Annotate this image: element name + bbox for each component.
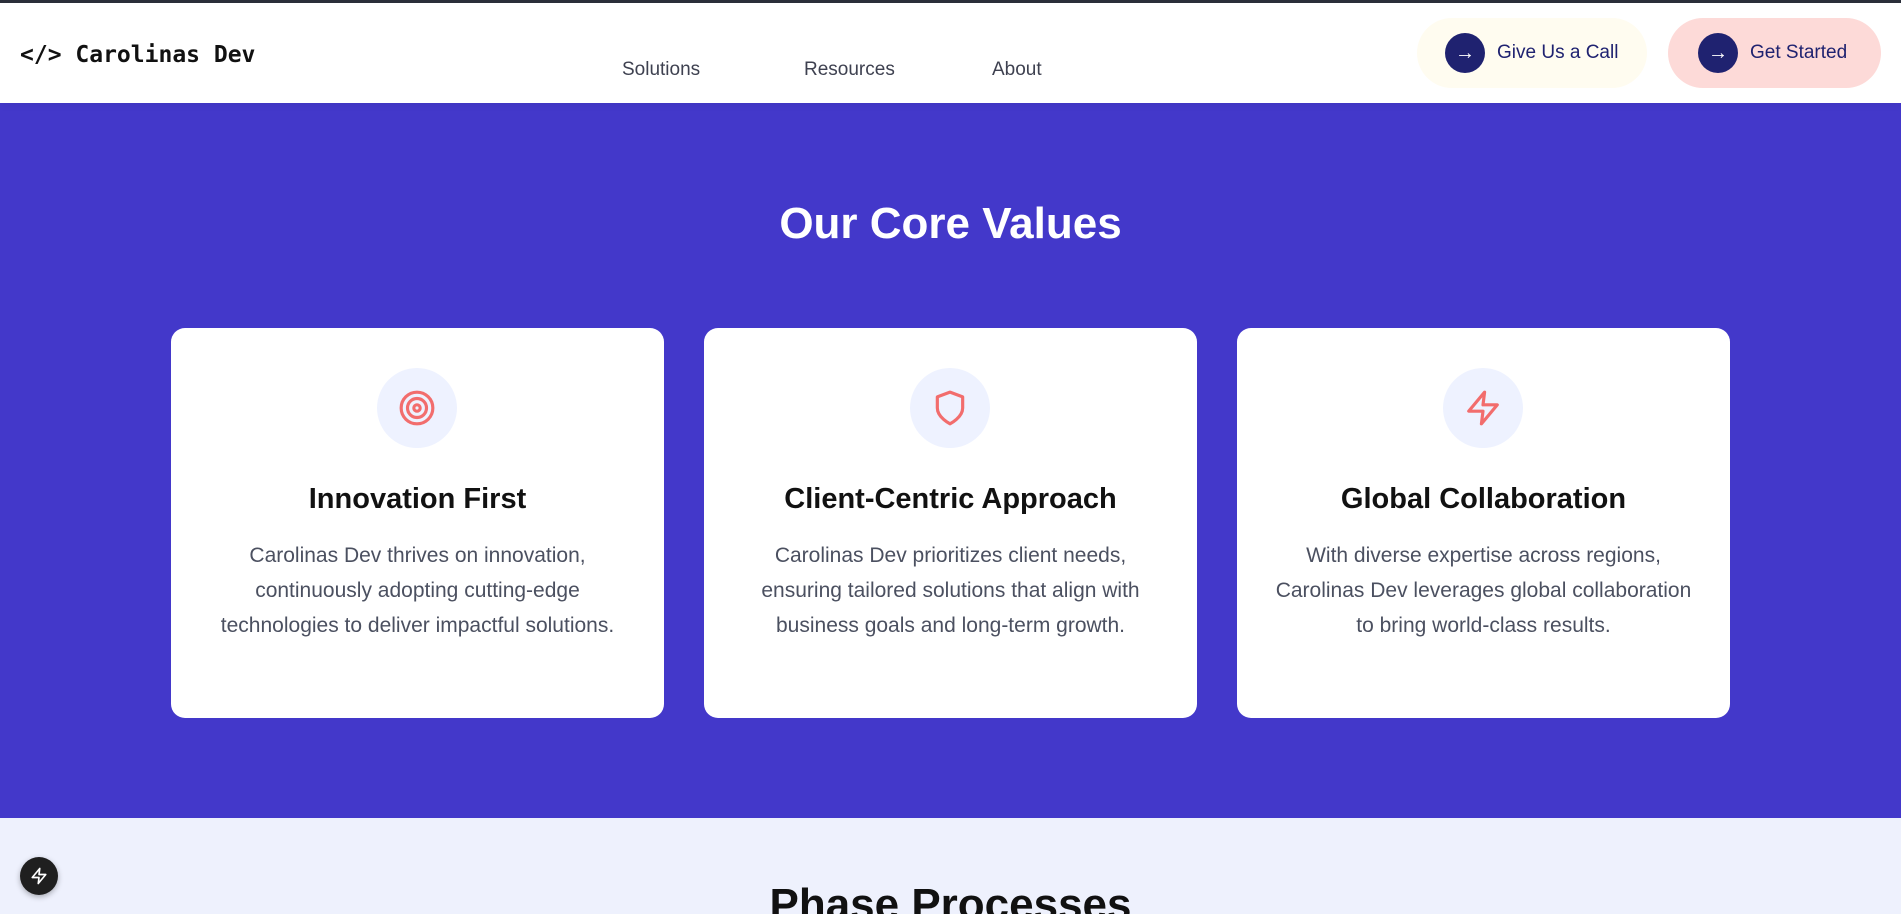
value-card-global-collaboration: Global Collaboration With diverse expert… — [1237, 328, 1730, 718]
nav-about[interactable]: About — [992, 59, 1042, 81]
get-started-button[interactable]: → Get Started — [1668, 18, 1881, 88]
section-title: Our Core Values — [779, 199, 1122, 248]
card-title: Innovation First — [308, 483, 527, 515]
card-description: With diverse expertise across regions, C… — [1275, 544, 1692, 637]
give-us-a-call-label: Give Us a Call — [1497, 42, 1619, 63]
target-icon — [377, 368, 457, 448]
card-title: Global Collaboration — [1340, 483, 1627, 515]
site-logo[interactable]: </> Carolinas Dev — [20, 42, 255, 68]
get-started-label: Get Started — [1750, 42, 1848, 63]
nav-resources[interactable]: Resources — [804, 59, 895, 81]
lightning-icon — [1443, 368, 1523, 448]
give-us-a-call-button[interactable]: → Give Us a Call — [1417, 18, 1647, 88]
card-description: Carolinas Dev prioritizes client needs, … — [761, 544, 1140, 637]
site-header: </> Carolinas Dev Solutions Resources Ab… — [0, 3, 1901, 103]
floating-action-button[interactable] — [20, 857, 58, 895]
value-card-client-centric: Client-Centric Approach Carolinas Dev pr… — [704, 328, 1197, 718]
core-values-section: Our Core Values Innovation First Carolin… — [0, 103, 1901, 818]
arrow-right-icon: → — [1698, 33, 1738, 73]
phase-processes-section: Phase Processes — [0, 818, 1901, 914]
section-title: Phase Processes — [769, 880, 1132, 914]
shield-icon — [910, 368, 990, 448]
value-card-innovation: Innovation First Carolinas Dev thrives o… — [171, 328, 664, 718]
card-description: Carolinas Dev thrives on innovation, con… — [220, 544, 615, 637]
nav-solutions[interactable]: Solutions — [622, 59, 700, 81]
arrow-right-icon: → — [1445, 33, 1485, 73]
card-title: Client-Centric Approach — [784, 483, 1117, 515]
lightning-icon — [31, 867, 47, 885]
